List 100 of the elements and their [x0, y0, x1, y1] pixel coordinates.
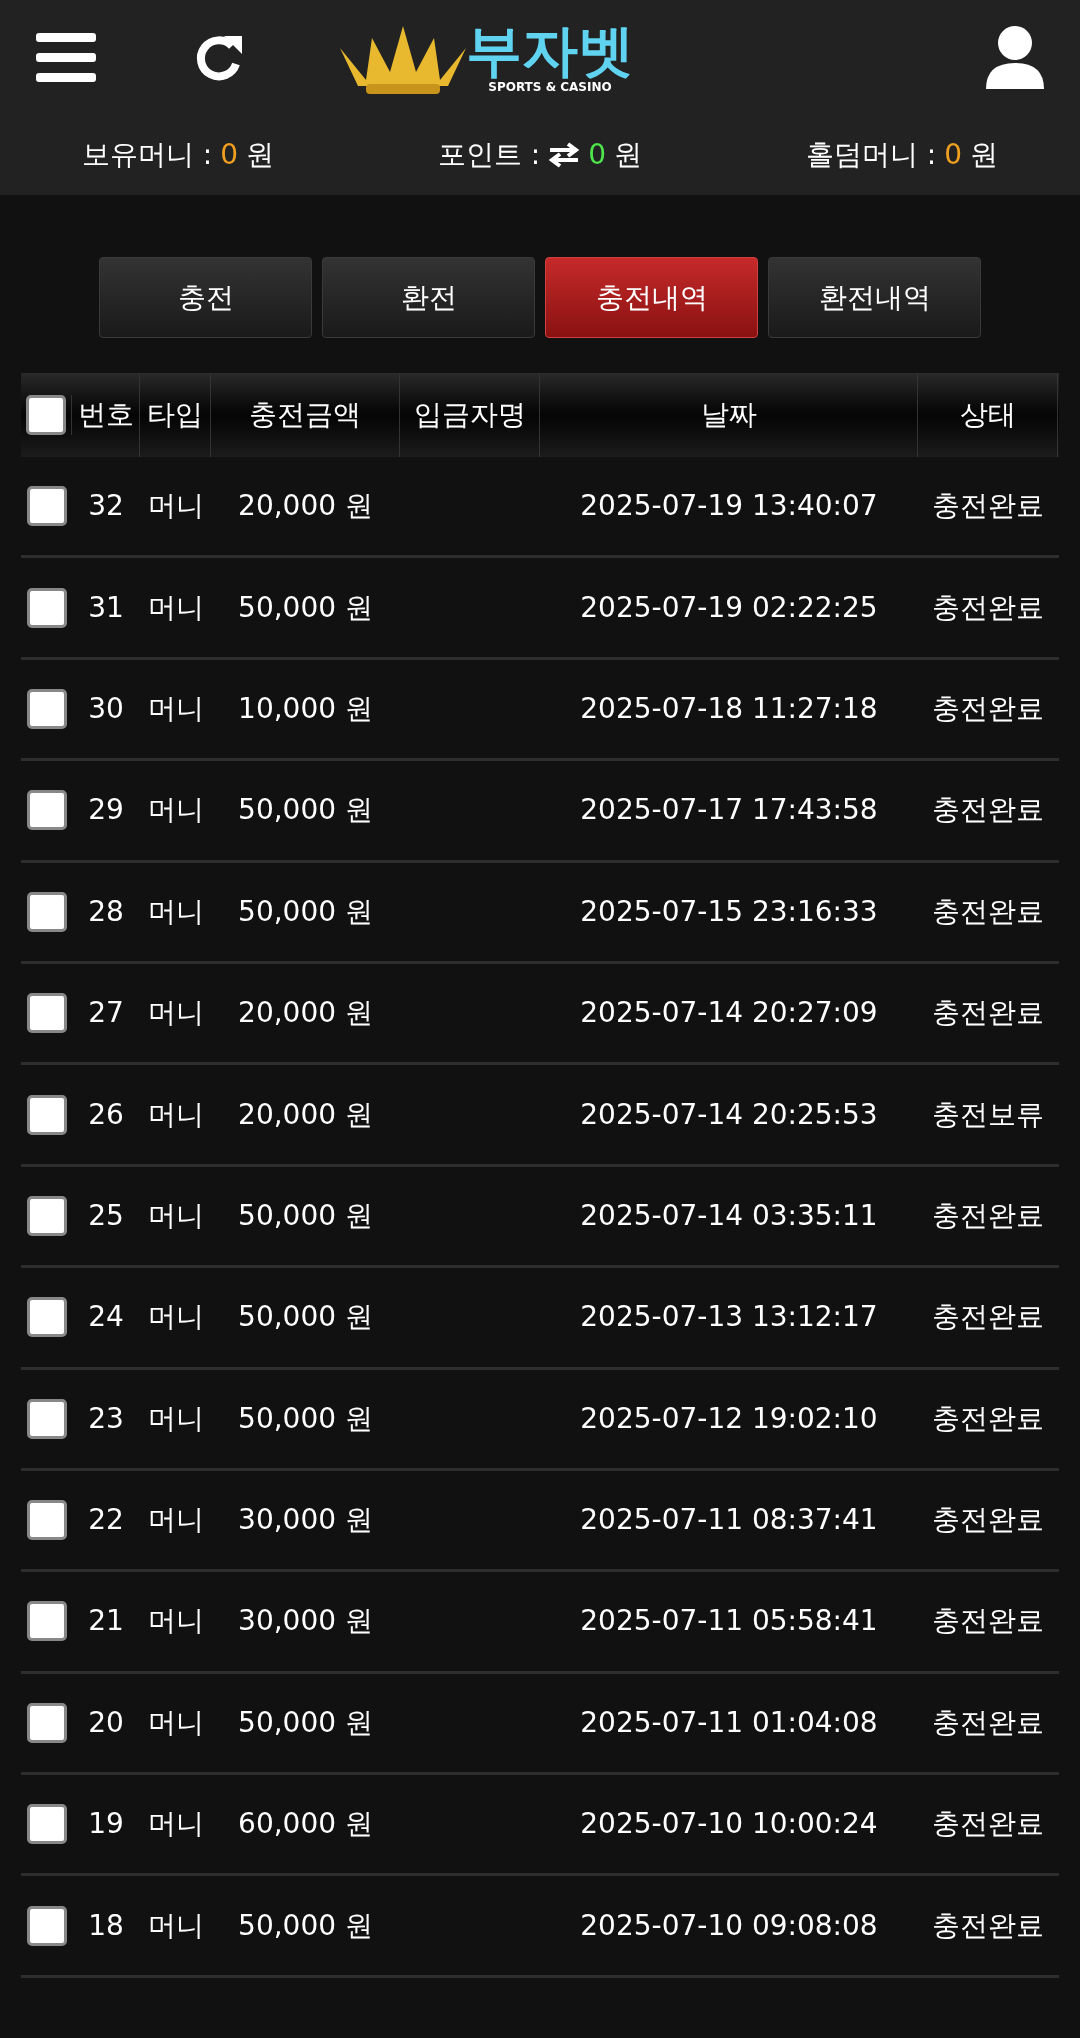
table-cell-text: 25	[88, 1197, 124, 1234]
table-cell-text: 22	[88, 1502, 124, 1539]
table-cell-text: 충전완료	[932, 1907, 1044, 1944]
table-cell-text: 2025-07-11 05:58:41	[580, 1603, 878, 1640]
table-cell-text: 머니	[147, 792, 204, 829]
row-checkbox[interactable]	[26, 891, 67, 932]
table-cell-text: 50,000 원	[238, 893, 373, 930]
table-cell-text: 2025-07-14 20:25:53	[580, 1096, 878, 1133]
balance-unit: 원	[246, 137, 275, 173]
balance-value: 0	[220, 137, 239, 173]
row-checkbox[interactable]	[26, 993, 67, 1034]
table-cell-text: 60,000 원	[238, 1806, 373, 1843]
row-checkbox[interactable]	[26, 1398, 67, 1439]
table-cell-text: 30,000 원	[238, 1502, 373, 1539]
logo-subtitle: SPORTS & CASINO	[488, 79, 612, 94]
table-cell-text: 2025-07-13 13:12:17	[580, 1299, 878, 1336]
balance-value: 0	[944, 137, 963, 173]
table-cell-text: 머니	[147, 1907, 204, 1944]
table-cell-text: 2025-07-15 23:16:33	[580, 893, 878, 930]
table-cell-text: 50,000 원	[238, 1197, 373, 1234]
table-cell-text: 2025-07-11 08:37:41	[580, 1502, 878, 1539]
table-cell-text: 충전보류	[932, 1096, 1044, 1133]
table-cell-text: 충전완료	[932, 1502, 1044, 1539]
tab[interactable]: 충전내역	[545, 257, 758, 338]
row-checkbox[interactable]	[26, 1702, 67, 1743]
table-cell-text: 50,000 원	[238, 1907, 373, 1944]
table-cell-text: 머니	[147, 690, 204, 727]
row-checkbox[interactable]	[26, 486, 67, 527]
row-checkbox[interactable]	[26, 790, 67, 831]
table-cell-text: 50,000 원	[238, 792, 373, 829]
table-cell-text: 충전완료	[932, 1197, 1044, 1234]
exchange-icon[interactable]	[548, 142, 581, 168]
table-cell-text: 27	[88, 995, 124, 1032]
balance-value: 0	[588, 137, 607, 173]
table-cell-text: 20	[88, 1704, 124, 1741]
row-checkbox[interactable]	[26, 688, 67, 729]
row-checkbox[interactable]	[26, 1297, 67, 1338]
table-cell-text: 19	[88, 1806, 124, 1843]
table-cell-text: 충전완료	[932, 893, 1044, 930]
table-cell-text: 2025-07-10 09:08:08	[580, 1907, 878, 1944]
table-cell-text: 30	[88, 690, 124, 727]
table-cell-text: 충전완료	[932, 995, 1044, 1032]
row-checkbox[interactable]	[26, 587, 67, 628]
table-cell-text: 2025-07-19 02:22:25	[580, 589, 878, 626]
column-header: 번호	[77, 397, 134, 433]
table-cell-text: 충전완료	[932, 690, 1044, 727]
tab[interactable]: 환전	[322, 257, 535, 338]
table-cell-text: 20,000 원	[238, 488, 373, 525]
table-cell-text: 21	[88, 1603, 124, 1640]
table-cell-text: 머니	[147, 1603, 204, 1640]
row-checkbox[interactable]	[26, 1500, 67, 1541]
table-cell-text: 머니	[147, 1096, 204, 1133]
table-cell-text: 50,000 원	[238, 1400, 373, 1437]
logo-title: 부자벳	[466, 21, 634, 80]
row-checkbox[interactable]	[26, 1905, 67, 1946]
table-cell-text: 26	[88, 1096, 124, 1133]
column-header: 상태	[959, 397, 1016, 433]
table-cell-text: 2025-07-17 17:43:58	[580, 792, 878, 829]
menu-icon[interactable]	[36, 30, 96, 85]
table-cell-text: 충전완료	[932, 1603, 1044, 1640]
table-cell-text: 29	[88, 792, 124, 829]
column-header: 타입	[147, 397, 203, 433]
table-cell-text: 2025-07-12 19:02:10	[580, 1400, 878, 1437]
table-cell-text: 2025-07-14 20:27:09	[580, 995, 878, 1032]
table-cell-text: 머니	[147, 1704, 204, 1741]
table-cell-text: 30,000 원	[238, 1603, 373, 1640]
row-checkbox[interactable]	[26, 1804, 67, 1845]
table-cell-text: 충전완료	[932, 488, 1044, 525]
row-checkbox[interactable]	[26, 1195, 67, 1236]
row-checkbox[interactable]	[26, 1094, 67, 1135]
tab[interactable]: 충전	[99, 257, 312, 338]
select-all-checkbox[interactable]	[26, 395, 66, 435]
table-cell-text: 20,000 원	[238, 995, 373, 1032]
balance-unit: 원	[970, 137, 999, 173]
table-cell-text: 충전완료	[932, 1299, 1044, 1336]
user-icon[interactable]	[986, 24, 1044, 91]
table-cell-text: 2025-07-18 11:27:18	[580, 690, 878, 727]
tab[interactable]: 환전내역	[768, 257, 981, 338]
table-cell-text: 머니	[147, 589, 204, 626]
row-checkbox[interactable]	[26, 1601, 67, 1642]
table-cell-text: 10,000 원	[238, 690, 373, 727]
table-cell-text: 50,000 원	[238, 589, 373, 626]
table-cell-text: 머니	[147, 1299, 204, 1336]
table-cell-text: 충전완료	[932, 589, 1044, 626]
table-cell-text: 31	[88, 589, 124, 626]
table-cell-text: 2025-07-19 13:40:07	[580, 488, 878, 525]
table-cell-text: 머니	[147, 1806, 204, 1843]
table-cell-text: 20,000 원	[238, 1096, 373, 1133]
table-cell-text: 머니	[147, 1502, 204, 1539]
table-cell-text: 24	[88, 1299, 124, 1336]
balance-label: 홀덤머니 :	[805, 137, 937, 173]
table-cell-text: 2025-07-10 10:00:24	[580, 1806, 878, 1843]
table-cell-text: 28	[88, 893, 124, 930]
column-header: 날짜	[700, 397, 757, 433]
table-cell-text: 머니	[147, 995, 204, 1032]
table-cell-text: 머니	[147, 488, 204, 525]
table-cell-text: 충전완료	[932, 1806, 1044, 1843]
table-cell-text: 머니	[147, 893, 204, 930]
table-cell-text: 충전완료	[932, 1400, 1044, 1437]
table-cell-text: 2025-07-11 01:04:08	[580, 1704, 878, 1741]
